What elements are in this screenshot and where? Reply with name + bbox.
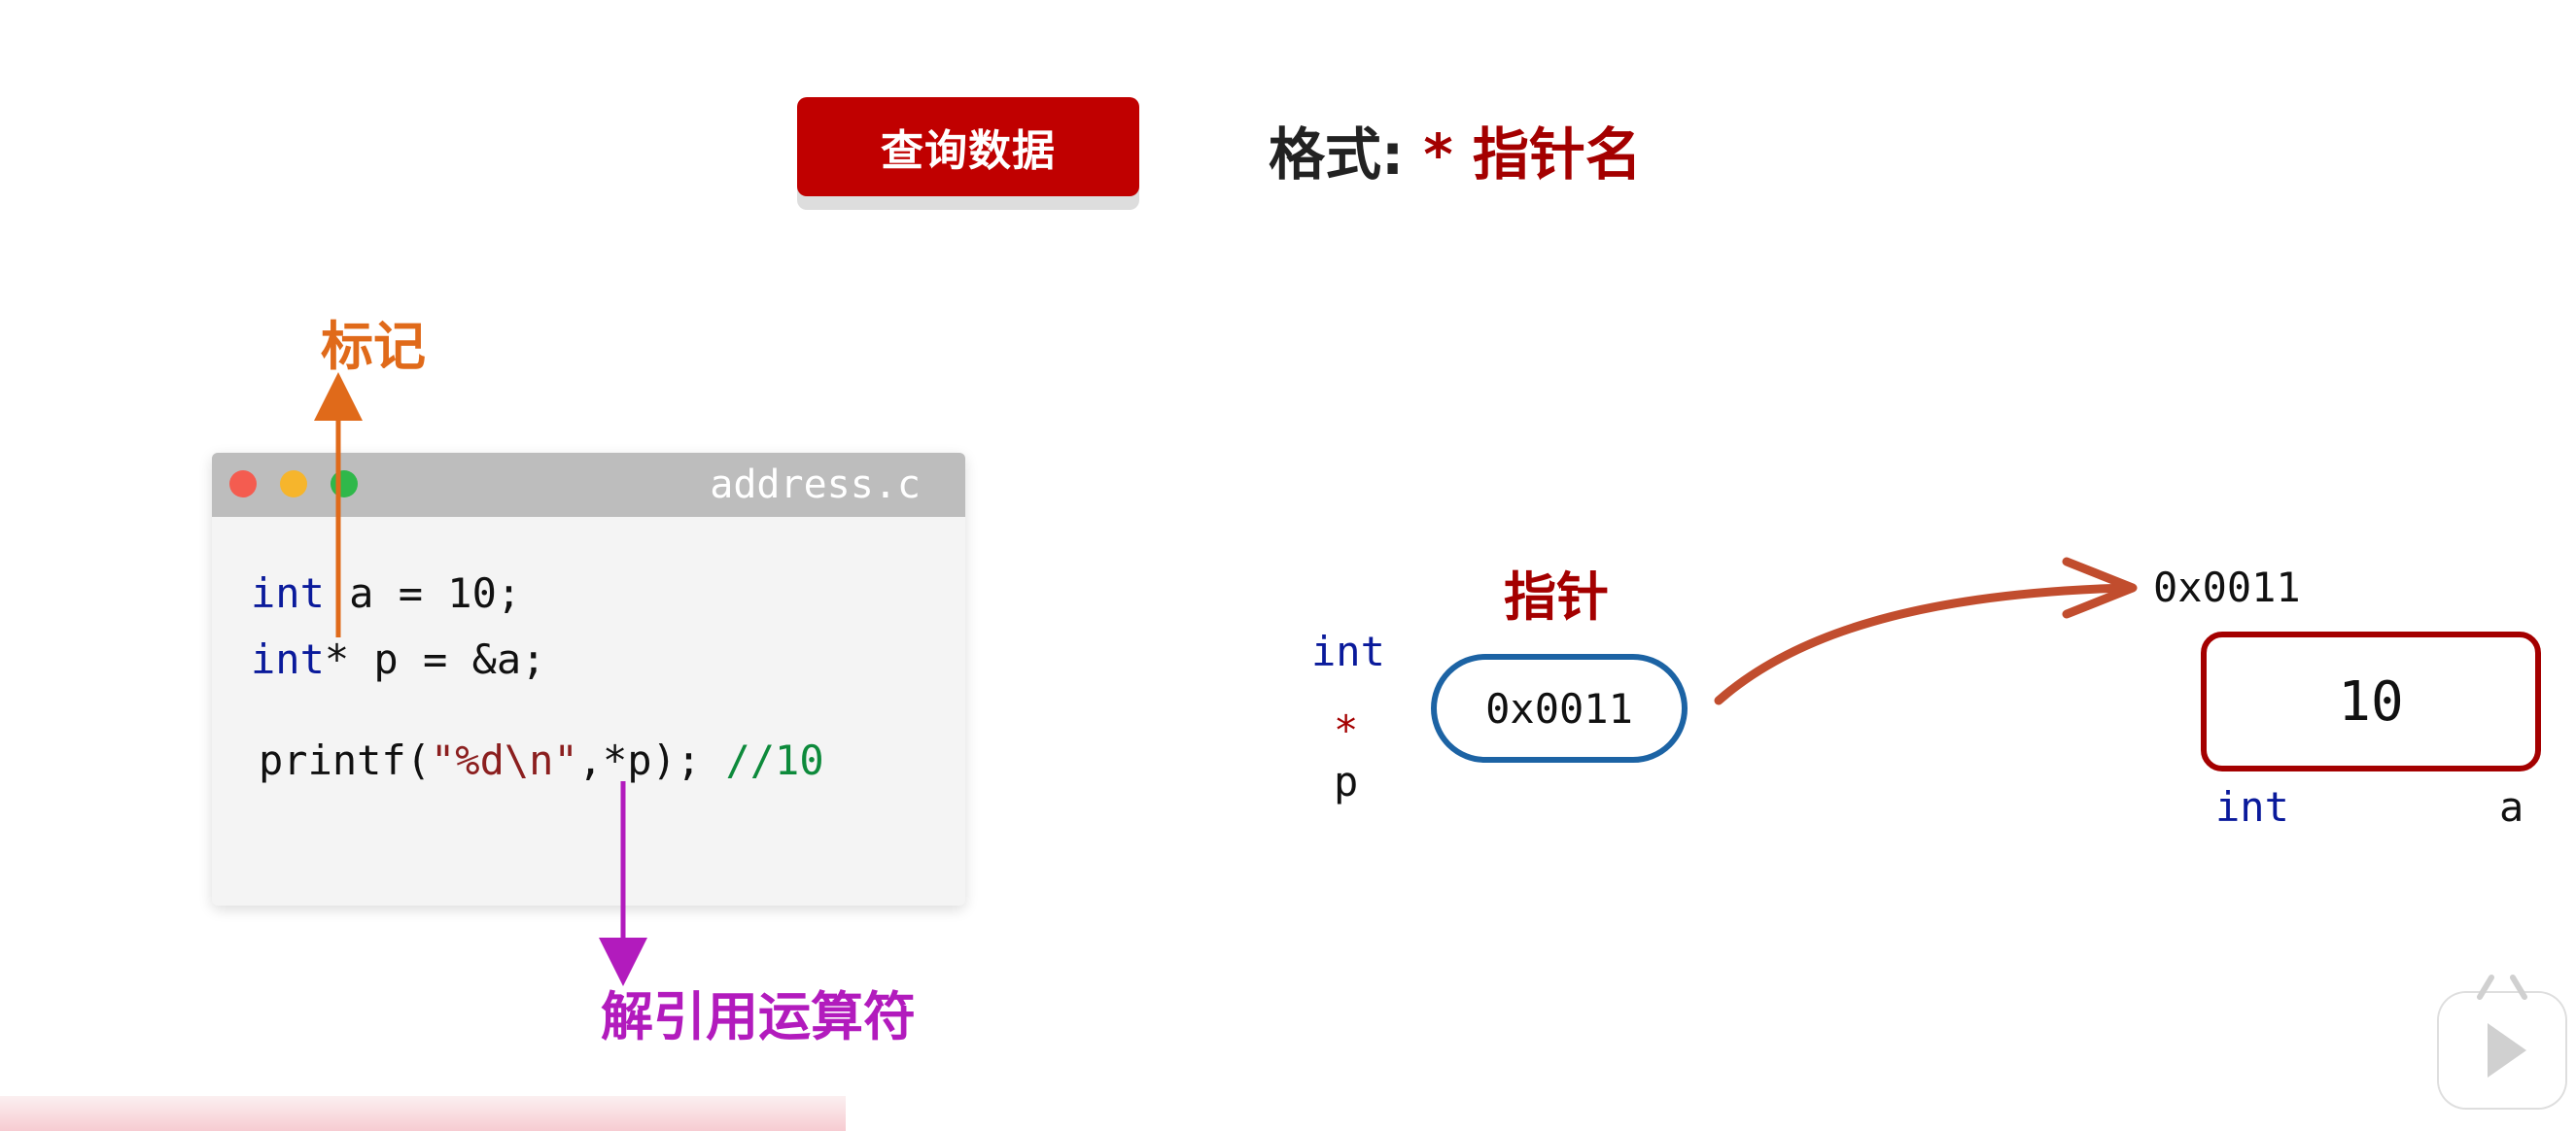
pointer-value-box: 0x0011 bbox=[1431, 654, 1688, 763]
format-heading: 格式: * 指针名 bbox=[1269, 109, 1642, 190]
pointer-name-label: p bbox=[1334, 758, 1359, 805]
query-data-button[interactable]: 查询数据 bbox=[797, 97, 1139, 196]
target-name-label: a bbox=[2499, 783, 2524, 831]
pointer-type-label: int bbox=[1311, 628, 1385, 675]
play-triangle-icon bbox=[2488, 1023, 2526, 1078]
pointer-title: 指针 bbox=[1504, 566, 1609, 628]
mark-label: 标记 bbox=[321, 316, 426, 377]
play-button-icon[interactable] bbox=[2439, 975, 2565, 1108]
bottom-decorative-strip bbox=[0, 1096, 846, 1131]
after-format: ,*p); bbox=[577, 737, 702, 784]
code-window: address.c int a = 10; int* p = &a; print… bbox=[212, 453, 965, 906]
pointer-arrow-head-icon bbox=[2062, 557, 2138, 619]
printf-call: printf( bbox=[259, 737, 432, 784]
pointer-arrow-icon bbox=[1714, 583, 2132, 705]
code-line-2: int* p = &a; bbox=[251, 635, 545, 683]
window-title-bar: address.c bbox=[212, 453, 965, 517]
format-prefix: 格式: bbox=[1269, 121, 1405, 188]
pointer-star-label: * bbox=[1334, 706, 1359, 754]
dereference-operator-label: 解引用运算符 bbox=[601, 986, 916, 1047]
code-line-2-rest: * p = &a; bbox=[324, 635, 546, 683]
green-dot-icon[interactable] bbox=[331, 470, 358, 497]
format-value: * 指针名 bbox=[1423, 121, 1642, 188]
target-address-label: 0x0011 bbox=[2153, 564, 2301, 611]
format-string: "%d\n" bbox=[431, 737, 578, 784]
red-dot-icon[interactable] bbox=[229, 470, 257, 497]
code-line-1-rest: a = 10; bbox=[324, 569, 522, 617]
keyword-int-1: int bbox=[251, 569, 325, 617]
target-type-label: int bbox=[2215, 783, 2289, 831]
target-value-box: 10 bbox=[2201, 632, 2541, 771]
filename: address.c bbox=[710, 463, 921, 507]
keyword-int-2: int bbox=[251, 635, 325, 683]
code-line-3: printf("%d\n",*p); //10 bbox=[259, 737, 824, 784]
code-comment: //10 bbox=[725, 737, 824, 784]
yellow-dot-icon[interactable] bbox=[280, 470, 307, 497]
code-line-1: int a = 10; bbox=[251, 569, 521, 617]
play-button-ears-icon bbox=[2477, 975, 2527, 1000]
